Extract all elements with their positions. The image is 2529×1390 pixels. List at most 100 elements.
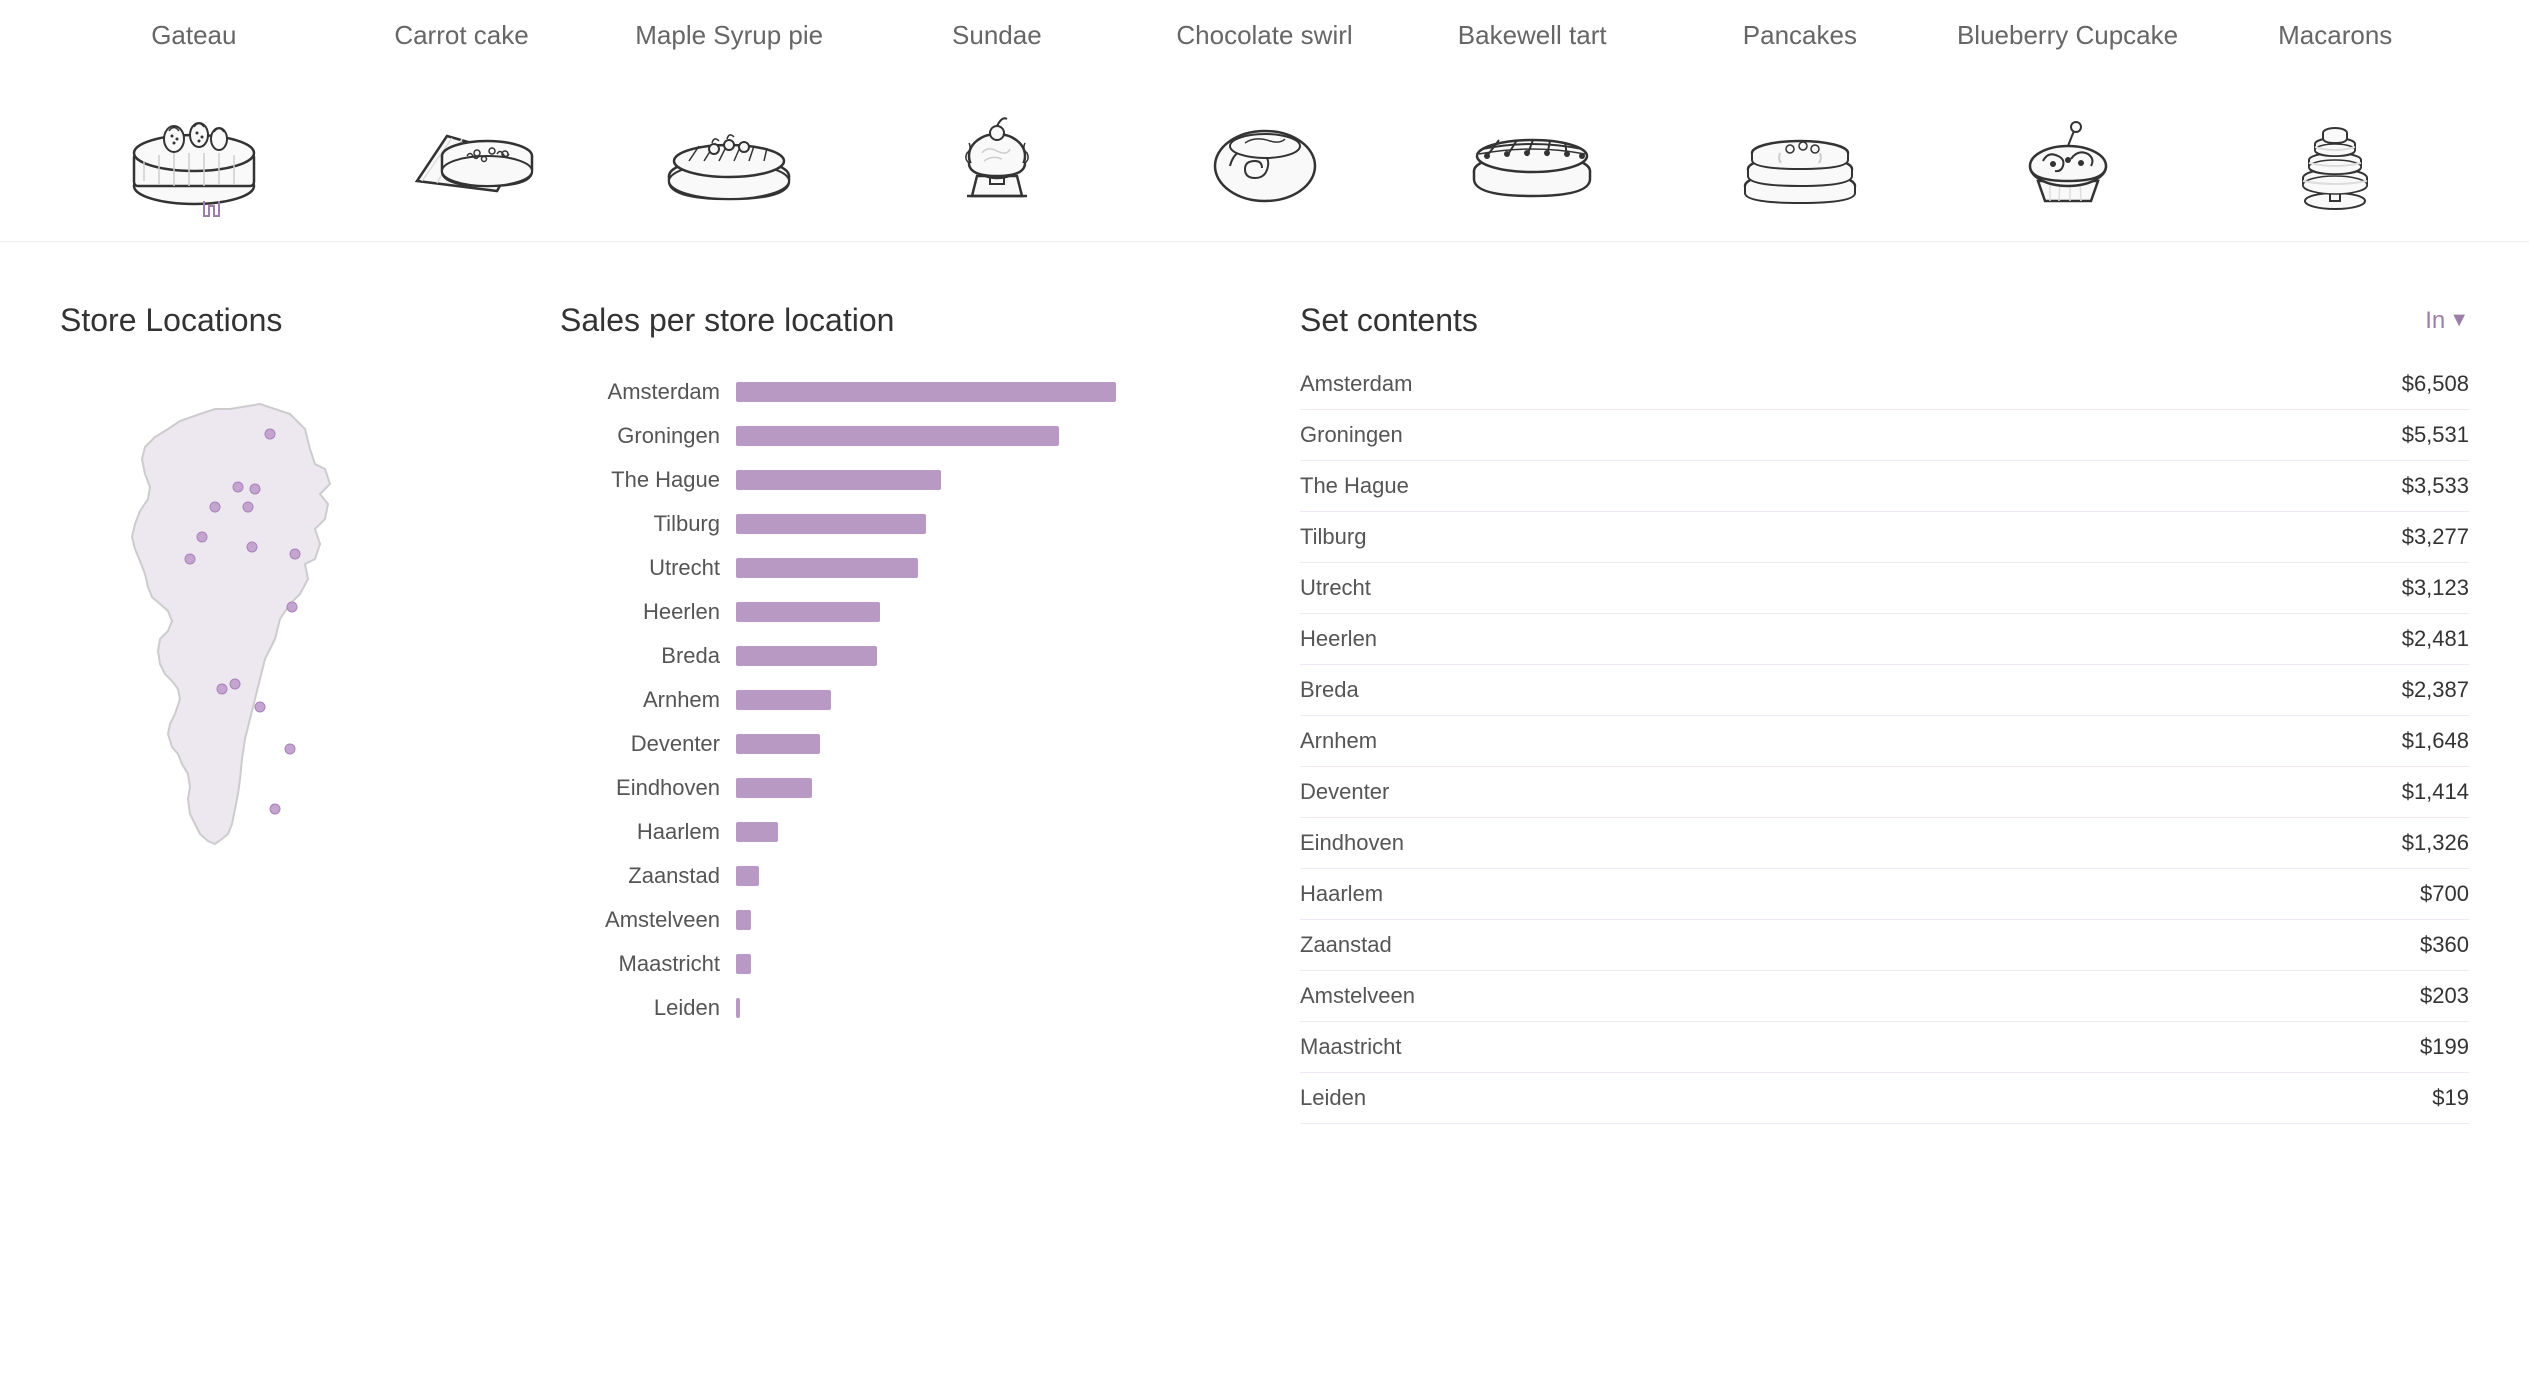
set-city-value: $203 bbox=[2420, 983, 2469, 1009]
dessert-pancakes-image bbox=[1710, 71, 1890, 231]
chart-bar-bg bbox=[736, 778, 1240, 798]
chart-bar bbox=[736, 382, 1116, 402]
chart-bar-bg bbox=[736, 998, 1240, 1018]
set-city-label: Tilburg bbox=[1300, 524, 1366, 550]
dessert-bakewell-tart[interactable]: Bakewell tart bbox=[1398, 20, 1666, 241]
store-locations-section: Store Locations bbox=[60, 302, 540, 1124]
chart-bar-bg bbox=[736, 426, 1240, 446]
dessert-sundae-image bbox=[907, 71, 1087, 231]
chart-row: Haarlem bbox=[560, 819, 1240, 845]
chart-city-label: Heerlen bbox=[560, 599, 720, 625]
set-row: Heerlen $2,481 bbox=[1300, 614, 2469, 665]
set-city-label: Heerlen bbox=[1300, 626, 1377, 652]
dessert-sundae[interactable]: Sundae bbox=[863, 20, 1131, 241]
set-city-value: $199 bbox=[2420, 1034, 2469, 1060]
set-contents-header: Set contents In ▼ bbox=[1300, 302, 2469, 339]
chart-bar bbox=[736, 558, 918, 578]
dessert-gateau-label: Gateau bbox=[151, 20, 236, 51]
sales-chart-title: Sales per store location bbox=[560, 302, 1240, 339]
chart-bar bbox=[736, 822, 778, 842]
set-row: Deventer $1,414 bbox=[1300, 767, 2469, 818]
chart-bar bbox=[736, 866, 759, 886]
chart-bar-bg bbox=[736, 866, 1240, 886]
set-city-value: $5,531 bbox=[2402, 422, 2469, 448]
chart-bar-bg bbox=[736, 602, 1240, 622]
set-city-label: Arnhem bbox=[1300, 728, 1377, 754]
set-city-label: Utrecht bbox=[1300, 575, 1371, 601]
main-content: Store Locations bbox=[0, 242, 2529, 1164]
set-row: Groningen $5,531 bbox=[1300, 410, 2469, 461]
dessert-gateau[interactable]: Gateau bbox=[60, 20, 328, 241]
chart-bar bbox=[736, 778, 812, 798]
chart-city-label: Haarlem bbox=[560, 819, 720, 845]
dessert-maple-syrup-pie-image bbox=[639, 71, 819, 231]
filter-control[interactable]: In ▼ bbox=[2425, 307, 2469, 335]
chart-row: Tilburg bbox=[560, 511, 1240, 537]
set-row: The Hague $3,533 bbox=[1300, 461, 2469, 512]
set-city-label: Zaanstad bbox=[1300, 932, 1392, 958]
dessert-pancakes-label: Pancakes bbox=[1743, 20, 1857, 51]
chart-bar bbox=[736, 646, 877, 666]
dessert-carrot-cake-label: Carrot cake bbox=[394, 20, 528, 51]
chart-city-label: Tilburg bbox=[560, 511, 720, 537]
chart-row: Maastricht bbox=[560, 951, 1240, 977]
chart-bar-bg bbox=[736, 470, 1240, 490]
chart-bar bbox=[736, 690, 831, 710]
chart-row: Amstelveen bbox=[560, 907, 1240, 933]
chart-city-label: Arnhem bbox=[560, 687, 720, 713]
set-city-value: $700 bbox=[2420, 881, 2469, 907]
set-row: Haarlem $700 bbox=[1300, 869, 2469, 920]
dessert-bakewell-tart-image bbox=[1442, 71, 1622, 231]
chart-row: Leiden bbox=[560, 995, 1240, 1021]
filter-icon[interactable]: ▼ bbox=[2449, 309, 2469, 332]
set-row: Tilburg $3,277 bbox=[1300, 512, 2469, 563]
dessert-macarons[interactable]: Macarons bbox=[2201, 20, 2469, 241]
set-row: Amsterdam $6,508 bbox=[1300, 359, 2469, 410]
set-city-value: $1,414 bbox=[2402, 779, 2469, 805]
set-city-value: $3,533 bbox=[2402, 473, 2469, 499]
chart-row: Utrecht bbox=[560, 555, 1240, 581]
set-row: Eindhoven $1,326 bbox=[1300, 818, 2469, 869]
chart-bar-bg bbox=[736, 382, 1240, 402]
chart-city-label: Zaanstad bbox=[560, 863, 720, 889]
set-city-label: Eindhoven bbox=[1300, 830, 1404, 856]
set-city-value: $1,648 bbox=[2402, 728, 2469, 754]
set-city-value: $6,508 bbox=[2402, 371, 2469, 397]
dessert-pancakes[interactable]: Pancakes bbox=[1666, 20, 1934, 241]
chart-row: Arnhem bbox=[560, 687, 1240, 713]
chart-bar-bg bbox=[736, 690, 1240, 710]
chart-city-label: Eindhoven bbox=[560, 775, 720, 801]
dessert-chocolate-swirl[interactable]: Chocolate swirl bbox=[1131, 20, 1399, 241]
netherlands-map bbox=[60, 379, 440, 879]
chart-city-label: Groningen bbox=[560, 423, 720, 449]
set-city-label: Deventer bbox=[1300, 779, 1389, 805]
chart-bar-bg bbox=[736, 954, 1240, 974]
filter-label: In bbox=[2425, 307, 2445, 335]
chart-row: Zaanstad bbox=[560, 863, 1240, 889]
chart-bar bbox=[736, 514, 926, 534]
dessert-blueberry-cupcake[interactable]: Blueberry Cupcake bbox=[1934, 20, 2202, 241]
dessert-carrot-cake[interactable]: Carrot cake bbox=[328, 20, 596, 241]
dessert-maple-syrup-pie[interactable]: Maple Syrup pie bbox=[595, 20, 863, 241]
set-city-label: Breda bbox=[1300, 677, 1359, 703]
dessert-gateau-image bbox=[104, 71, 284, 231]
dessert-macarons-image bbox=[2245, 71, 2425, 231]
set-row: Maastricht $199 bbox=[1300, 1022, 2469, 1073]
chart-row: Deventer bbox=[560, 731, 1240, 757]
chart-bar bbox=[736, 426, 1059, 446]
set-city-value: $2,481 bbox=[2402, 626, 2469, 652]
chart-row: Eindhoven bbox=[560, 775, 1240, 801]
chart-row: Amsterdam bbox=[560, 379, 1240, 405]
dessert-carrot-cake-image bbox=[372, 71, 552, 231]
set-city-value: $2,387 bbox=[2402, 677, 2469, 703]
chart-bar bbox=[736, 998, 740, 1018]
chart-bar bbox=[736, 602, 880, 622]
set-city-label: The Hague bbox=[1300, 473, 1409, 499]
chart-city-label: Utrecht bbox=[560, 555, 720, 581]
set-row: Amstelveen $203 bbox=[1300, 971, 2469, 1022]
set-rows: Amsterdam $6,508 Groningen $5,531 The Ha… bbox=[1300, 359, 2469, 1124]
chart-city-label: Amsterdam bbox=[560, 379, 720, 405]
dessert-maple-syrup-pie-label: Maple Syrup pie bbox=[635, 20, 823, 51]
dessert-selector: Gateau bbox=[0, 0, 2529, 242]
dessert-chocolate-swirl-label: Chocolate swirl bbox=[1176, 20, 1352, 51]
